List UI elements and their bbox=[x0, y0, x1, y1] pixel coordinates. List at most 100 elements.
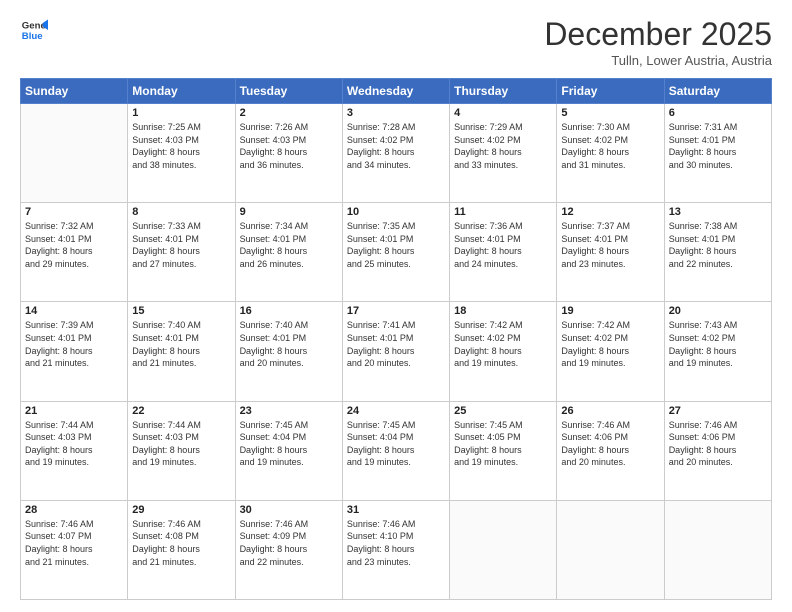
col-friday: Friday bbox=[557, 79, 664, 104]
day-info: Sunrise: 7:32 AMSunset: 4:01 PMDaylight:… bbox=[25, 220, 123, 270]
table-row: 28 Sunrise: 7:46 AMSunset: 4:07 PMDayligh… bbox=[21, 500, 128, 599]
table-row: 30 Sunrise: 7:46 AMSunset: 4:09 PMDayligh… bbox=[235, 500, 342, 599]
day-info: Sunrise: 7:46 AMSunset: 4:06 PMDaylight:… bbox=[561, 419, 659, 469]
day-info: Sunrise: 7:25 AMSunset: 4:03 PMDaylight:… bbox=[132, 121, 230, 171]
table-row: 23Sunrise: 7:45 AMSunset: 4:04 PMDayligh… bbox=[235, 401, 342, 500]
month-title: December 2025 bbox=[544, 16, 772, 53]
table-row: 8 Sunrise: 7:33 AMSunset: 4:01 PMDaylight… bbox=[128, 203, 235, 302]
day-number: 3 bbox=[347, 107, 445, 119]
day-number: 11 bbox=[454, 206, 552, 218]
day-number: 9 bbox=[240, 206, 338, 218]
day-info: Sunrise: 7:33 AMSunset: 4:01 PMDaylight:… bbox=[132, 220, 230, 270]
page: General Blue December 2025 Tulln, Lower … bbox=[0, 0, 792, 612]
table-row: 27Sunrise: 7:46 AMSunset: 4:06 PMDayligh… bbox=[664, 401, 771, 500]
header-row: Sunday Monday Tuesday Wednesday Thursday… bbox=[21, 79, 772, 104]
table-row: 26 Sunrise: 7:46 AMSunset: 4:06 PMDayligh… bbox=[557, 401, 664, 500]
day-number: 21 bbox=[25, 405, 123, 417]
day-number: 18 bbox=[454, 305, 552, 317]
day-number: 7 bbox=[25, 206, 123, 218]
table-row: 31Sunrise: 7:46 AMSunset: 4:10 PMDayligh… bbox=[342, 500, 449, 599]
day-number: 29 bbox=[132, 504, 230, 516]
day-info: Sunrise: 7:35 AMSunset: 4:01 PMDaylight:… bbox=[347, 220, 445, 270]
table-row: 22 Sunrise: 7:44 AMSunset: 4:03 PMDayligh… bbox=[128, 401, 235, 500]
day-info: Sunrise: 7:45 AMSunset: 4:05 PMDaylight:… bbox=[454, 419, 552, 469]
table-row: 21 Sunrise: 7:44 AMSunset: 4:03 PMDayligh… bbox=[21, 401, 128, 500]
day-number: 5 bbox=[561, 107, 659, 119]
day-info: Sunrise: 7:26 AMSunset: 4:03 PMDaylight:… bbox=[240, 121, 338, 171]
day-info: Sunrise: 7:45 AMSunset: 4:04 PMDaylight:… bbox=[347, 419, 445, 469]
day-number: 20 bbox=[669, 305, 767, 317]
col-wednesday: Wednesday bbox=[342, 79, 449, 104]
day-info: Sunrise: 7:46 AMSunset: 4:07 PMDaylight:… bbox=[25, 518, 123, 568]
day-number: 19 bbox=[561, 305, 659, 317]
day-number: 24 bbox=[347, 405, 445, 417]
day-info: Sunrise: 7:40 AMSunset: 4:01 PMDaylight:… bbox=[240, 319, 338, 369]
table-row: 12Sunrise: 7:37 AMSunset: 4:01 PMDayligh… bbox=[557, 203, 664, 302]
day-number: 28 bbox=[25, 504, 123, 516]
day-number: 31 bbox=[347, 504, 445, 516]
logo: General Blue bbox=[20, 16, 48, 44]
table-row: 24 Sunrise: 7:45 AMSunset: 4:04 PMDayligh… bbox=[342, 401, 449, 500]
table-row: 25 Sunrise: 7:45 AMSunset: 4:05 PMDayligh… bbox=[450, 401, 557, 500]
col-sunday: Sunday bbox=[21, 79, 128, 104]
day-number: 22 bbox=[132, 405, 230, 417]
table-row: 15Sunrise: 7:40 AMSunset: 4:01 PMDayligh… bbox=[128, 302, 235, 401]
table-row bbox=[450, 500, 557, 599]
table-row bbox=[21, 104, 128, 203]
day-number: 4 bbox=[454, 107, 552, 119]
table-row: 7 Sunrise: 7:32 AMSunset: 4:01 PMDaylight… bbox=[21, 203, 128, 302]
col-saturday: Saturday bbox=[664, 79, 771, 104]
table-row: 16 Sunrise: 7:40 AMSunset: 4:01 PMDayligh… bbox=[235, 302, 342, 401]
day-number: 30 bbox=[240, 504, 338, 516]
day-number: 16 bbox=[240, 305, 338, 317]
day-number: 25 bbox=[454, 405, 552, 417]
day-number: 2 bbox=[240, 107, 338, 119]
table-row bbox=[664, 500, 771, 599]
table-row: 20 Sunrise: 7:43 AMSunset: 4:02 PMDayligh… bbox=[664, 302, 771, 401]
location: Tulln, Lower Austria, Austria bbox=[544, 53, 772, 68]
col-monday: Monday bbox=[128, 79, 235, 104]
day-info: Sunrise: 7:46 AMSunset: 4:08 PMDaylight:… bbox=[132, 518, 230, 568]
day-info: Sunrise: 7:44 AMSunset: 4:03 PMDaylight:… bbox=[25, 419, 123, 469]
table-row bbox=[557, 500, 664, 599]
day-info: Sunrise: 7:30 AMSunset: 4:02 PMDaylight:… bbox=[561, 121, 659, 171]
calendar-week-row: 28 Sunrise: 7:46 AMSunset: 4:07 PMDayligh… bbox=[21, 500, 772, 599]
day-info: Sunrise: 7:29 AMSunset: 4:02 PMDaylight:… bbox=[454, 121, 552, 171]
col-tuesday: Tuesday bbox=[235, 79, 342, 104]
calendar-week-row: 7 Sunrise: 7:32 AMSunset: 4:01 PMDaylight… bbox=[21, 203, 772, 302]
day-info: Sunrise: 7:28 AMSunset: 4:02 PMDaylight:… bbox=[347, 121, 445, 171]
table-row: 17Sunrise: 7:41 AMSunset: 4:01 PMDayligh… bbox=[342, 302, 449, 401]
day-info: Sunrise: 7:39 AMSunset: 4:01 PMDaylight:… bbox=[25, 319, 123, 369]
svg-text:Blue: Blue bbox=[22, 31, 43, 42]
day-number: 15 bbox=[132, 305, 230, 317]
day-info: Sunrise: 7:44 AMSunset: 4:03 PMDaylight:… bbox=[132, 419, 230, 469]
day-number: 1 bbox=[132, 107, 230, 119]
calendar-week-row: 1 Sunrise: 7:25 AMSunset: 4:03 PMDaylight… bbox=[21, 104, 772, 203]
table-row: 2 Sunrise: 7:26 AMSunset: 4:03 PMDaylight… bbox=[235, 104, 342, 203]
day-info: Sunrise: 7:46 AMSunset: 4:09 PMDaylight:… bbox=[240, 518, 338, 568]
table-row: 5 Sunrise: 7:30 AMSunset: 4:02 PMDaylight… bbox=[557, 104, 664, 203]
logo-icon: General Blue bbox=[20, 16, 48, 44]
table-row: 18 Sunrise: 7:42 AMSunset: 4:02 PMDayligh… bbox=[450, 302, 557, 401]
day-number: 23 bbox=[240, 405, 338, 417]
day-number: 12 bbox=[561, 206, 659, 218]
day-info: Sunrise: 7:41 AMSunset: 4:01 PMDaylight:… bbox=[347, 319, 445, 369]
day-number: 6 bbox=[669, 107, 767, 119]
day-number: 10 bbox=[347, 206, 445, 218]
day-info: Sunrise: 7:31 AMSunset: 4:01 PMDaylight:… bbox=[669, 121, 767, 171]
day-info: Sunrise: 7:38 AMSunset: 4:01 PMDaylight:… bbox=[669, 220, 767, 270]
header: General Blue December 2025 Tulln, Lower … bbox=[20, 16, 772, 68]
day-info: Sunrise: 7:42 AMSunset: 4:02 PMDaylight:… bbox=[454, 319, 552, 369]
table-row: 13 Sunrise: 7:38 AMSunset: 4:01 PMDayligh… bbox=[664, 203, 771, 302]
table-row: 14 Sunrise: 7:39 AMSunset: 4:01 PMDayligh… bbox=[21, 302, 128, 401]
table-row: 6 Sunrise: 7:31 AMSunset: 4:01 PMDaylight… bbox=[664, 104, 771, 203]
calendar-week-row: 21 Sunrise: 7:44 AMSunset: 4:03 PMDayligh… bbox=[21, 401, 772, 500]
table-row: 3 Sunrise: 7:28 AMSunset: 4:02 PMDaylight… bbox=[342, 104, 449, 203]
day-number: 26 bbox=[561, 405, 659, 417]
day-number: 14 bbox=[25, 305, 123, 317]
day-number: 27 bbox=[669, 405, 767, 417]
day-info: Sunrise: 7:43 AMSunset: 4:02 PMDaylight:… bbox=[669, 319, 767, 369]
table-row: 9Sunrise: 7:34 AMSunset: 4:01 PMDaylight… bbox=[235, 203, 342, 302]
day-number: 13 bbox=[669, 206, 767, 218]
day-number: 8 bbox=[132, 206, 230, 218]
